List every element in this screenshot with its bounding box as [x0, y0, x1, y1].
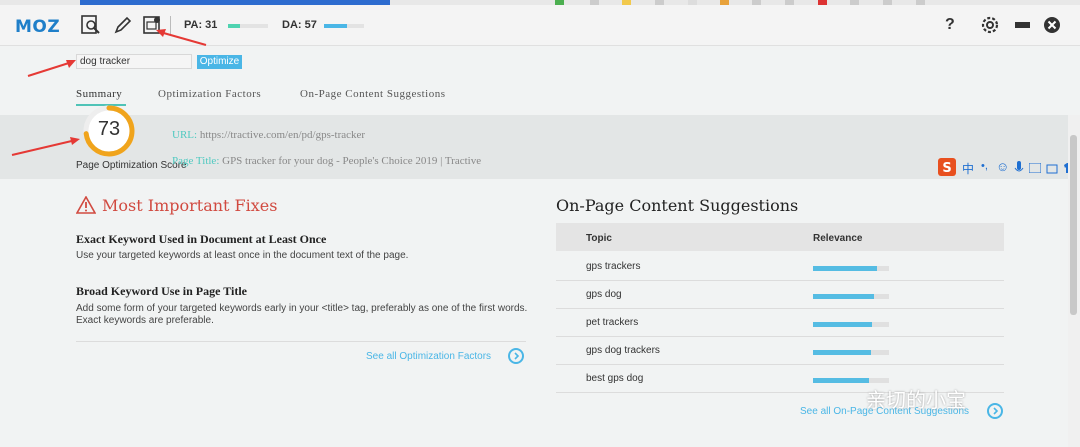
- domain-authority-fill: [324, 24, 347, 28]
- relevance-fill: [813, 266, 877, 271]
- url-key: URL:: [172, 129, 198, 141]
- toolbar-separator: [170, 16, 171, 34]
- suggestion-topic: pet trackers: [586, 317, 639, 328]
- page-title-row: Page Title: GPS tracker for your dog - P…: [172, 155, 481, 167]
- page-analysis-icon[interactable]: [80, 14, 102, 36]
- fix-heading: Exact Keyword Used in Document at Least …: [76, 232, 327, 246]
- microphone-icon[interactable]: [1014, 161, 1024, 175]
- on-page-content-suggestions-title: On-Page Content Suggestions: [556, 196, 799, 215]
- arrow-right-icon[interactable]: [987, 403, 1003, 419]
- see-all-optimization-factors-link[interactable]: See all Optimization Factors: [366, 351, 491, 362]
- page-title-value: GPS tracker for your dog - People's Choi…: [222, 155, 482, 167]
- suggestion-row: pet trackers: [556, 308, 1004, 337]
- suggestion-topic: gps dog: [586, 289, 622, 300]
- topic-column-header: Topic: [586, 233, 612, 244]
- score-label: Page Optimization Score: [76, 160, 187, 171]
- warning-icon: [76, 196, 96, 214]
- tab-optimization-factors[interactable]: Optimization Factors: [158, 88, 261, 100]
- page-authority-label: PA: 31: [184, 19, 218, 31]
- tab-on-page-content-suggestions[interactable]: On-Page Content Suggestions: [300, 88, 446, 100]
- keyword-input[interactable]: [76, 54, 192, 69]
- svg-text:S: S: [942, 161, 951, 176]
- suggestion-topic: gps dog trackers: [586, 345, 660, 356]
- relevance-bar: [813, 378, 889, 383]
- suggestions-table-header: Topic Relevance: [556, 223, 1004, 251]
- watermark: 亲切的小宝: [866, 390, 966, 412]
- fix-description: Add some form of your targeted keywords …: [76, 303, 528, 326]
- fix-heading: Broad Keyword Use in Page Title: [76, 284, 247, 298]
- domain-authority-label: DA: 57: [282, 19, 317, 31]
- page-url: https://tractive.com/en/pd/gps-tracker: [199, 129, 366, 141]
- suggestion-topic: gps trackers: [586, 261, 641, 272]
- tab-summary[interactable]: Summary: [76, 88, 122, 100]
- scrollbar[interactable]: [1068, 115, 1080, 447]
- close-icon[interactable]: [1041, 14, 1063, 36]
- keyboard-icon[interactable]: [1029, 163, 1041, 173]
- toolbox-icon[interactable]: [1046, 162, 1058, 174]
- emoji-icon[interactable]: ☺: [996, 159, 1009, 174]
- arrow-right-icon[interactable]: [508, 348, 524, 364]
- help-icon[interactable]: ?: [945, 16, 955, 34]
- ime-toolbar: S 中 •, ☺: [937, 157, 1077, 177]
- optimize-button[interactable]: Optimize: [197, 55, 242, 69]
- domain-authority-bar: [324, 24, 364, 28]
- suggestion-topic: best gps dog: [586, 373, 644, 384]
- relevance-fill: [813, 350, 871, 355]
- page-url-row: URL: https://tractive.com/en/pd/gps-trac…: [172, 129, 365, 141]
- page-title-key: Page Title:: [172, 155, 220, 167]
- page-authority-fill: [228, 24, 241, 28]
- pencil-icon[interactable]: [112, 14, 134, 36]
- ime-chinese-mode[interactable]: 中: [962, 160, 974, 177]
- section-divider: [76, 341, 526, 342]
- relevance-fill: [813, 378, 870, 383]
- punctuation-icon[interactable]: •,: [981, 160, 988, 172]
- page-authority-bar: [228, 24, 268, 28]
- sogou-icon[interactable]: S: [937, 157, 957, 177]
- suggestion-row: gps dog: [556, 280, 1004, 309]
- scroll-thumb[interactable]: [1070, 135, 1077, 315]
- relevance-column-header: Relevance: [813, 233, 863, 244]
- on-page-grader-icon[interactable]: [142, 14, 164, 36]
- moz-toolbar: MOZ PA: 31 DA: 57 ?: [0, 5, 1080, 46]
- page-optimization-score: 73: [97, 118, 121, 140]
- fix-description: Use your targeted keywords at least once…: [76, 250, 409, 261]
- minimize-icon[interactable]: [1012, 14, 1034, 36]
- relevance-bar: [813, 350, 889, 355]
- relevance-fill: [813, 294, 874, 299]
- most-important-fixes-title: Most Important Fixes: [102, 196, 278, 215]
- relevance-bar: [813, 294, 889, 299]
- relevance-bar: [813, 266, 889, 271]
- suggestion-row: gps trackers: [556, 252, 1004, 281]
- relevance-bar: [813, 322, 889, 327]
- relevance-fill: [813, 322, 873, 327]
- suggestion-row: gps dog trackers: [556, 336, 1004, 365]
- moz-logo: MOZ: [15, 17, 61, 37]
- gear-icon[interactable]: [979, 14, 1001, 36]
